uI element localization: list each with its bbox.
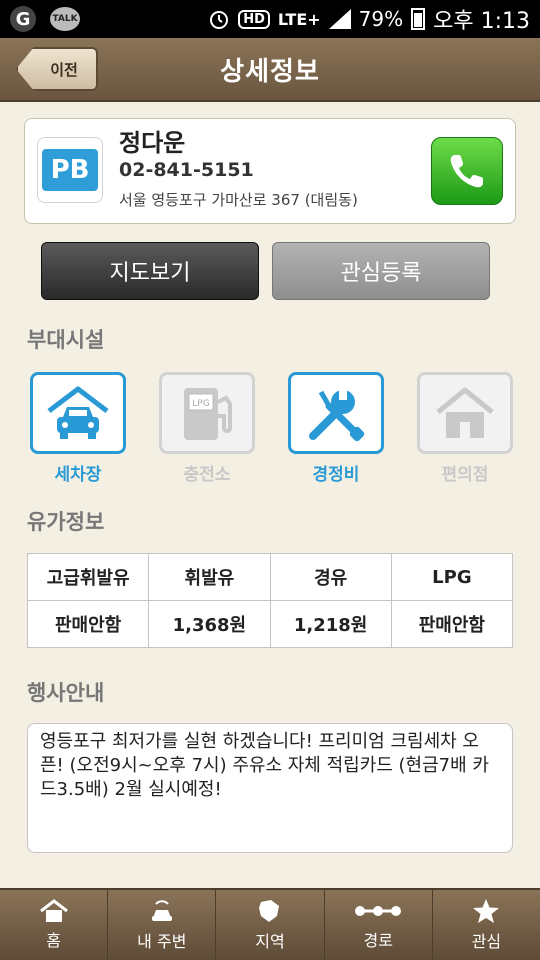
table-row: 판매안함 1,368원 1,218원 판매안함 (26, 600, 514, 648)
station-name: 정다운 (119, 129, 186, 157)
station-address: 서울 영등포구 가마산로 367 (대림동) (119, 191, 358, 209)
table-header-row: 고급휘발유 휘발유 경유 LPG (26, 553, 514, 601)
event-info-box: 영등포구 최저가를 실현 하겠습니다! 프리미엄 크림세차 오픈! (오전9시~… (27, 723, 513, 853)
lpg-pump-icon: LPG (159, 372, 255, 454)
svg-text:LPG: LPG (192, 399, 209, 409)
brand-logo-text: PB (42, 149, 98, 191)
map-view-button[interactable]: 지도보기 (41, 242, 259, 300)
fuel-price-table: 고급휘발유 휘발유 경유 LPG 판매안함 1,368원 1,218원 판매안함 (26, 553, 514, 648)
tab-label: 홈 (46, 931, 61, 950)
back-button[interactable]: 이전 (16, 47, 98, 91)
home-icon (39, 899, 68, 922)
facility-label: 세차장 (54, 465, 102, 485)
facility-car-wash: 세차장 (30, 372, 126, 485)
wrench-screwdriver-icon (288, 372, 384, 454)
facility-convenience-store: 편의점 (417, 372, 513, 485)
page-title: 상세정보 (220, 56, 320, 87)
station-info-card: PB 정다운 02-841-5151 서울 영등포구 가마산로 367 (대림동… (24, 118, 516, 224)
brand-logo: PB (37, 137, 103, 203)
star-icon (473, 899, 500, 923)
region-map-icon (259, 900, 279, 922)
table-cell: 1,368원 (148, 600, 271, 648)
car-wash-icon (30, 372, 126, 454)
facility-label: 경정비 (312, 465, 360, 485)
app-header: 이전 상세정보 (0, 38, 540, 102)
tab-label: 관심 (471, 932, 502, 951)
event-info-title: 행사안내 (27, 681, 105, 705)
tab-label: 내 주변 (137, 932, 187, 951)
kakao-talk-icon: TALK (50, 7, 80, 31)
tab-region[interactable]: 지역 (216, 890, 325, 960)
station-phone: 02-841-5151 (119, 159, 254, 181)
tab-route[interactable]: 경로 (325, 890, 433, 960)
table-cell: LPG (390, 553, 514, 601)
house-icon (417, 372, 513, 454)
fuel-price-title: 유가정보 (27, 510, 105, 534)
facility-label: 편의점 (441, 465, 489, 485)
battery-percent: 79% (358, 7, 404, 31)
call-button[interactable] (431, 137, 503, 205)
bottom-tab-bar: 홈 내 주변 지역 경로 관심 (0, 888, 540, 960)
tab-home[interactable]: 홈 (0, 890, 109, 960)
status-bar: G TALK HD LTE+ 79% 오후 1:13 (0, 0, 540, 38)
lte-indicator: LTE+ (277, 9, 321, 29)
clock: 오후 1:13 (433, 9, 530, 34)
tab-label: 지역 (255, 932, 285, 951)
alarm-icon (210, 11, 229, 29)
signal-icon (328, 9, 351, 29)
facility-label: 충전소 (183, 465, 231, 485)
nearby-car-icon (151, 900, 172, 921)
tab-label: 경로 (363, 931, 393, 950)
phone-icon (450, 155, 483, 188)
table-cell: 판매안함 (390, 600, 514, 648)
add-favorite-button[interactable]: 관심등록 (272, 242, 490, 300)
route-icon (355, 906, 402, 916)
facility-lpg: LPG 충전소 (159, 372, 255, 485)
battery-icon (411, 8, 426, 30)
g-app-icon: G (10, 6, 36, 32)
table-cell: 1,218원 (269, 600, 392, 648)
table-cell: 고급휘발유 (26, 553, 150, 601)
table-cell: 휘발유 (148, 553, 271, 601)
facilities-title: 부대시설 (27, 328, 105, 352)
tab-nearby[interactable]: 내 주변 (108, 890, 217, 960)
table-cell: 판매안함 (26, 600, 150, 648)
facility-maintenance: 경정비 (288, 372, 384, 485)
hd-voice-icon: HD (238, 9, 270, 29)
tab-favorites[interactable]: 관심 (433, 890, 540, 960)
table-cell: 경유 (269, 553, 392, 601)
